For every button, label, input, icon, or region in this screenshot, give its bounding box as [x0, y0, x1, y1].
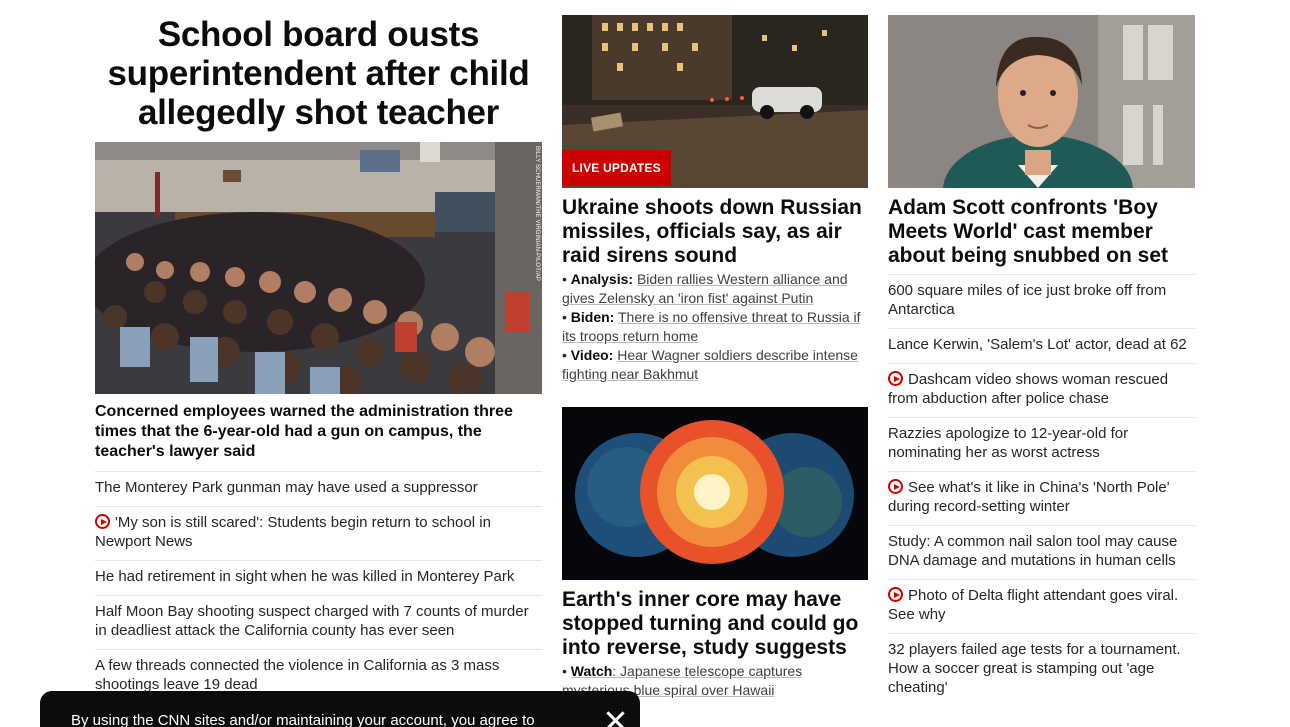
bullet-item: • Biden: There is no offensive threat to… [562, 309, 861, 344]
lead-headline[interactable]: School board ousts superintendent after … [95, 15, 542, 132]
related-link[interactable]: The Monterey Park gunman may have used a… [95, 479, 478, 496]
related-link[interactable]: Razzies apologize to 12-year-old for nom… [888, 425, 1128, 461]
cookie-consent-banner: By using the CNN sites and/or maintainin… [40, 691, 640, 727]
related-link[interactable]: Study: A common nail salon tool may caus… [888, 533, 1177, 569]
cookie-consent-text: By using the CNN sites and/or maintainin… [71, 712, 535, 727]
lead-story-column: School board ousts superintendent after … [95, 15, 542, 703]
bullet-label: Video: [570, 347, 614, 363]
ukraine-photo[interactable]: LIVE UPDATES [562, 15, 868, 188]
related-link[interactable]: Photo of Delta flight attendant goes vir… [888, 587, 1178, 623]
ukraine-story-column: LIVE UPDATES Ukraine shoots down Russian… [562, 15, 868, 700]
list-item[interactable]: Photo of Delta flight attendant goes vir… [888, 579, 1195, 633]
play-video-icon [888, 371, 903, 386]
adam-scott-photo[interactable] [888, 15, 1195, 188]
related-link[interactable]: 600 square miles of ice just broke off f… [888, 282, 1166, 318]
earth-inner-core-image [562, 407, 868, 580]
bullet-item: • Analysis: Biden rallies Western allian… [562, 271, 848, 306]
close-icon[interactable] [605, 710, 625, 727]
adam-scott-portrait-image [888, 15, 1195, 188]
play-video-icon [888, 479, 903, 494]
related-link[interactable]: See what's it like in China's 'North Pol… [888, 479, 1170, 515]
lead-related-links: The Monterey Park gunman may have used a… [95, 471, 542, 703]
list-item[interactable]: Lance Kerwin, 'Salem's Lot' actor, dead … [888, 328, 1195, 363]
list-item[interactable]: See what's it like in China's 'North Pol… [888, 471, 1195, 525]
related-link[interactable]: 32 players failed age tests for a tourna… [888, 641, 1181, 696]
list-item[interactable]: He had retirement in sight when he was k… [95, 560, 542, 595]
list-item[interactable]: Razzies apologize to 12-year-old for nom… [888, 417, 1195, 471]
lead-subheadline[interactable]: Concerned employees warned the administr… [95, 402, 542, 462]
ukraine-headline[interactable]: Ukraine shoots down Russian missiles, of… [562, 196, 868, 268]
school-board-photo[interactable]: BILLY SCHUERMAN/THE VIRGINIAN-PILOT/AP [95, 142, 542, 394]
play-video-icon [95, 514, 110, 529]
play-video-icon [888, 587, 903, 602]
earth-headline[interactable]: Earth's inner core may have stopped turn… [562, 588, 868, 660]
live-updates-badge: LIVE UPDATES [562, 150, 671, 186]
ukraine-bullets: • Analysis: Biden rallies Western allian… [562, 270, 868, 384]
related-link[interactable]: Half Moon Bay shooting suspect charged w… [95, 603, 529, 639]
list-item[interactable]: Dashcam video shows woman rescued from a… [888, 363, 1195, 417]
entertainment-column: Adam Scott confronts 'Boy Meets World' c… [888, 15, 1195, 706]
adam-scott-headline[interactable]: Adam Scott confronts 'Boy Meets World' c… [888, 196, 1195, 268]
bullet-item: • Video: Hear Wagner soldiers describe i… [562, 347, 858, 382]
entertainment-links: 600 square miles of ice just broke off f… [888, 274, 1195, 706]
earth-core-photo[interactable] [562, 407, 868, 580]
list-item[interactable]: 600 square miles of ice just broke off f… [888, 274, 1195, 328]
bullet-label: Biden: [570, 309, 615, 325]
list-item[interactable]: 32 players failed age tests for a tourna… [888, 633, 1195, 706]
list-item[interactable]: 'My son is still scared': Students begin… [95, 506, 542, 560]
related-link[interactable]: A few threads connected the violence in … [95, 657, 499, 693]
photo-credit: BILLY SCHUERMAN/THE VIRGINIAN-PILOT/AP [534, 146, 540, 281]
related-link[interactable]: He had retirement in sight when he was k… [95, 568, 514, 585]
list-item[interactable]: Half Moon Bay shooting suspect charged w… [95, 595, 542, 649]
related-link[interactable]: Dashcam video shows woman rescued from a… [888, 371, 1168, 407]
list-item[interactable]: Study: A common nail salon tool may caus… [888, 525, 1195, 579]
related-link[interactable]: Lance Kerwin, 'Salem's Lot' actor, dead … [888, 336, 1187, 353]
watch-link[interactable]: Watch [571, 663, 612, 679]
school-board-meeting-image [95, 142, 542, 394]
related-link[interactable]: 'My son is still scared': Students begin… [95, 514, 491, 550]
list-item[interactable]: The Monterey Park gunman may have used a… [95, 471, 542, 506]
bullet-label: Analysis: [570, 271, 634, 287]
